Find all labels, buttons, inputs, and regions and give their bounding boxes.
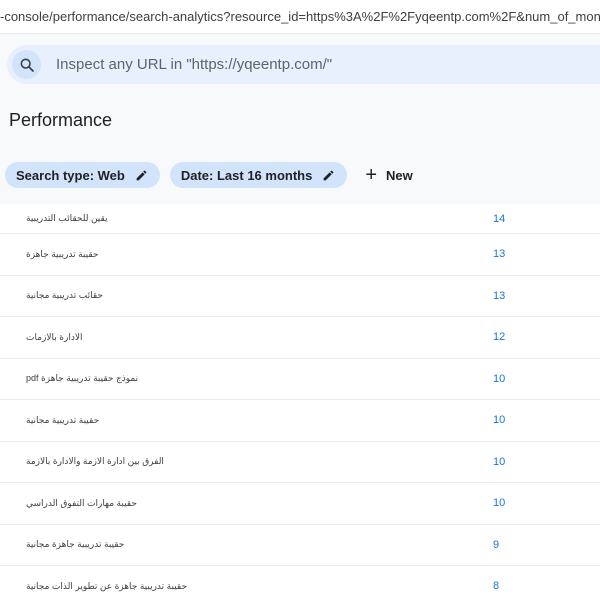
query-cell: حقيبة تدريبية جاهزة مجانية (26, 539, 125, 550)
clicks-cell: 12 (493, 331, 506, 344)
url-inspection-bar[interactable]: Inspect any URL in "https://yqeentp.com/… (7, 45, 600, 84)
clicks-cell: 9 (493, 538, 500, 551)
clicks-cell: 13 (493, 289, 506, 302)
clicks-cell: 14 (493, 212, 506, 225)
filter-bar: Search type: Web Date: Last 16 months + … (5, 162, 413, 188)
clicks-cell: 10 (493, 372, 506, 385)
inspect-url-placeholder[interactable]: Inspect any URL in "https://yqeentp.com/… (56, 56, 332, 73)
clicks-cell: 8 (493, 580, 500, 593)
clicks-cell: 10 (493, 497, 506, 510)
query-cell: حقيبة مهارات التفوق الدراسي (26, 497, 137, 508)
clicks-cell: 10 (493, 414, 506, 427)
date-filter-label: Date: Last 16 months (180, 167, 313, 183)
new-filter-label: New (386, 167, 413, 183)
clicks-cell: 13 (493, 248, 506, 261)
queries-table: يقين للحقائب التدريبية 14 حقيبة تدريبية … (0, 204, 600, 600)
search-type-filter-chip[interactable]: Search type: Web (5, 162, 160, 188)
query-cell: يقين للحقائب التدريبية (26, 213, 108, 223)
query-cell: حقيبة تدريبية جاهزة عن تطوير الذات مجاني… (26, 580, 188, 591)
table-row[interactable]: يقين للحقائب التدريبية 14 (0, 204, 600, 234)
pencil-icon (135, 169, 148, 182)
table-row[interactable]: حقيبة تدريبية جاهزة مجانية 9 (0, 525, 600, 566)
query-cell: حقائب تدريبية مجانية (26, 290, 103, 301)
table-row[interactable]: الفرق بين ادارة الازمة والادارة بالازمة … (0, 442, 600, 483)
pencil-icon (322, 169, 335, 182)
table-row[interactable]: حقيبة تدريبية جاهزة 13 (0, 234, 600, 276)
query-cell: حقيبة تدريبية مجانية (26, 414, 100, 425)
query-cell: حقيبة تدريبية جاهزة (26, 248, 99, 259)
table-row[interactable]: حقيبة مهارات التفوق الدراسي 10 (0, 483, 600, 525)
date-filter-chip[interactable]: Date: Last 16 months (169, 162, 348, 188)
table-row[interactable]: حقائب تدريبية مجانية 13 (0, 276, 600, 317)
search-icon[interactable] (12, 50, 41, 79)
address-bar[interactable]: -console/performance/search-analytics?re… (0, 0, 600, 34)
clicks-cell: 10 (493, 455, 506, 468)
query-cell: الادارة بالازمات (26, 331, 83, 342)
url-text: -console/performance/search-analytics?re… (0, 9, 600, 24)
plus-icon: + (365, 164, 378, 186)
table-row[interactable]: الادارة بالازمات 12 (0, 317, 600, 359)
new-filter-button[interactable]: + New (365, 165, 412, 185)
search-type-filter-label: Search type: Web (16, 167, 125, 183)
table-row[interactable]: نموذج حقيبة تدريبية جاهزة pdf 10 (0, 359, 600, 400)
query-cell: الفرق بين ادارة الازمة والادارة بالازمة (26, 456, 164, 467)
page-title: Performance (9, 110, 113, 130)
table-row[interactable]: حقيبة تدريبية جاهزة عن تطوير الذات مجاني… (0, 566, 600, 600)
table-row[interactable]: حقيبة تدريبية مجانية 10 (0, 400, 600, 442)
search-console-app: Inspect any URL in "https://yqeentp.com/… (0, 34, 600, 600)
query-cell: نموذج حقيبة تدريبية جاهزة pdf (26, 373, 139, 384)
